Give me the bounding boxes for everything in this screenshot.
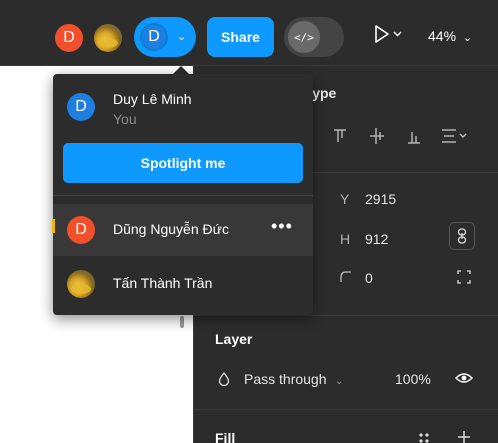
share-label: Share	[221, 29, 260, 45]
spotlight-me-button[interactable]: Spotlight me	[63, 143, 303, 183]
chevron-down-icon: ⌄	[177, 31, 187, 43]
divider	[194, 315, 498, 316]
opacity-input[interactable]: 100%	[395, 371, 431, 387]
distribute-icon[interactable]	[440, 126, 466, 146]
align-bottom-icon[interactable]	[406, 126, 422, 146]
zoom-label: 44%	[428, 28, 457, 44]
chevron-down-icon: ⌄	[334, 376, 344, 387]
avatar-initial: D	[75, 98, 87, 115]
current-user-avatar: D	[140, 23, 168, 51]
following-indicator	[52, 219, 55, 233]
collaborator-avatar-photo[interactable]	[94, 24, 122, 52]
avatar-initial: D	[63, 29, 75, 46]
chevron-down-icon: ⌄	[462, 32, 473, 44]
collaborator-row[interactable]: Tấn Thành Trần	[53, 258, 313, 310]
eye-icon[interactable]	[455, 372, 473, 384]
current-user-menu-button[interactable]: D ⌄	[134, 17, 196, 57]
y-label: Y	[340, 191, 350, 207]
self-name: Duy Lê Minh	[113, 91, 192, 107]
avatar-initial: D	[148, 28, 160, 45]
avatar-initial: D	[75, 221, 87, 238]
align-center-icon[interactable]	[368, 126, 384, 146]
collaborator-name: Dũng Nguyễn Đức	[113, 221, 229, 237]
more-options-icon[interactable]: •••	[271, 216, 293, 237]
link-icon	[457, 228, 467, 244]
corner-radius-icon	[340, 271, 351, 282]
code-icon: </>	[288, 21, 320, 53]
divider	[194, 409, 498, 410]
independent-corners-icon[interactable]	[457, 270, 471, 284]
collaborator-avatar-photo	[67, 270, 95, 298]
constrain-proportions-button[interactable]	[449, 222, 475, 250]
blend-drop-icon	[218, 372, 230, 386]
share-button[interactable]: Share	[207, 17, 274, 57]
align-left-icon[interactable]	[332, 126, 348, 146]
collaborator-avatar: D	[67, 216, 95, 244]
layer-section-title: Layer	[215, 331, 253, 347]
styles-grid-icon[interactable]	[418, 432, 430, 443]
y-input[interactable]: 2915	[365, 191, 396, 207]
top-toolbar: D D ⌄ Share </> 44% ⌄	[0, 0, 498, 66]
spotlight-label: Spotlight me	[140, 155, 226, 171]
self-avatar: D	[67, 93, 95, 121]
collaborator-avatar[interactable]: D	[55, 24, 83, 52]
fill-section-title: Fill	[215, 430, 236, 443]
add-fill-icon[interactable]	[457, 430, 471, 443]
dev-mode-toggle[interactable]: </>	[284, 17, 344, 57]
zoom-dropdown[interactable]: 44% ⌄	[428, 28, 472, 44]
h-input[interactable]: 912	[365, 231, 388, 247]
play-icon	[375, 25, 402, 43]
blend-mode-dropdown[interactable]: Pass through ⌄	[244, 371, 343, 389]
canvas-scrollbar[interactable]	[180, 316, 184, 328]
corner-radius-input[interactable]: 0	[365, 270, 373, 286]
divider	[53, 195, 313, 196]
present-button[interactable]	[373, 24, 403, 48]
collaborator-name: Tấn Thành Trần	[113, 275, 213, 291]
collaborators-dropdown: D Duy Lê Minh You Spotlight me D Dũng Ng…	[53, 74, 313, 315]
h-label: H	[340, 231, 351, 247]
self-subtitle: You	[113, 111, 137, 127]
blend-mode-label: Pass through	[244, 371, 327, 387]
